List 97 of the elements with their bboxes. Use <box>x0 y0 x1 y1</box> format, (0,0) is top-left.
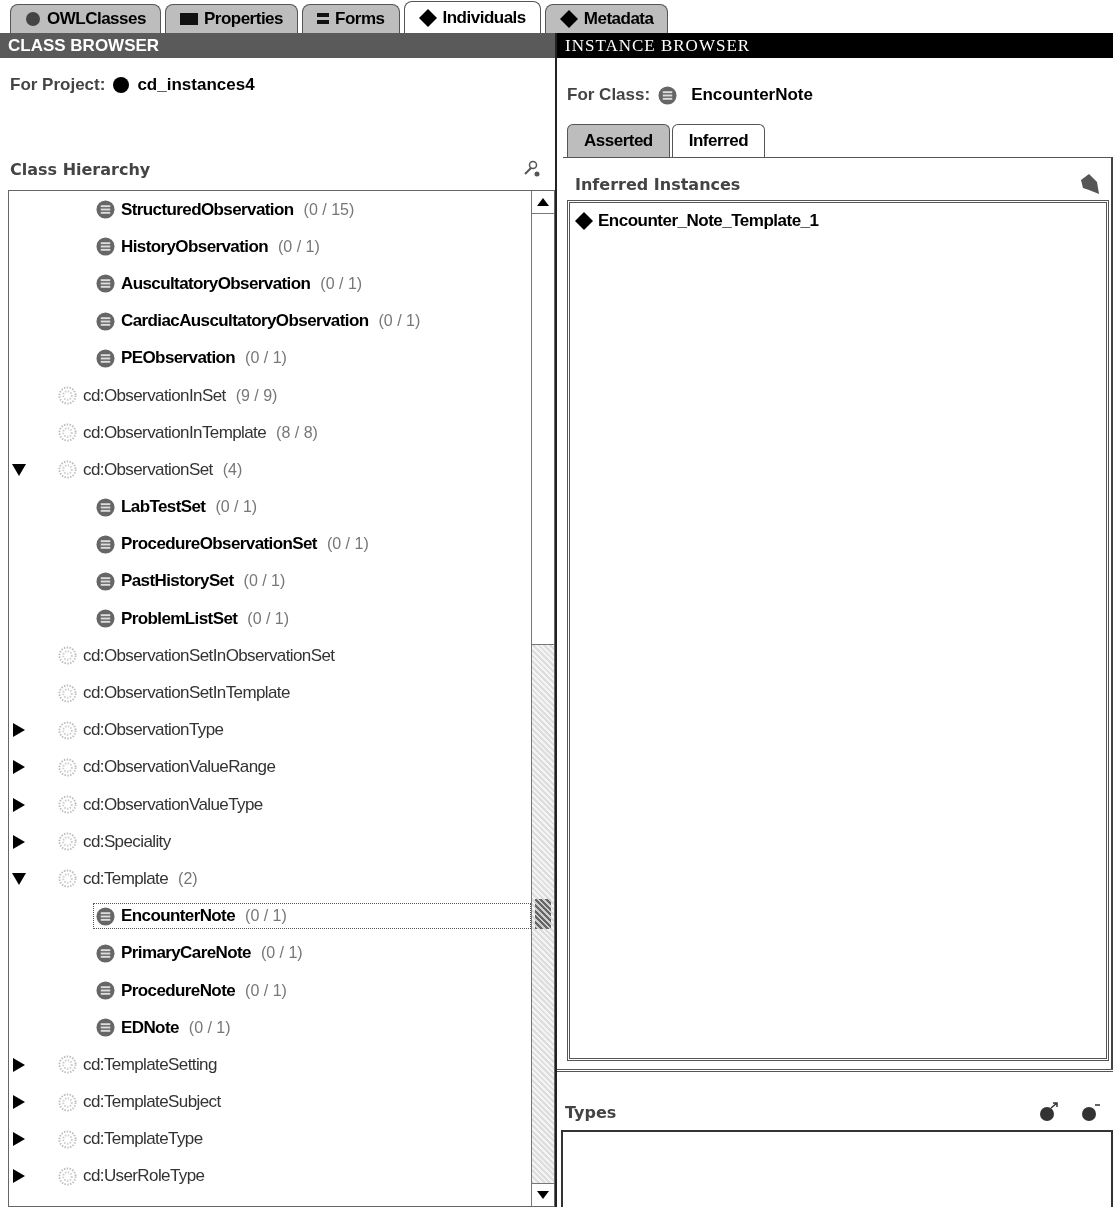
class-icon <box>58 386 77 406</box>
scroll-thumb[interactable] <box>532 644 554 1183</box>
class-icon <box>58 1129 77 1149</box>
project-label: For Project: <box>10 75 106 95</box>
class-label: For Class: <box>567 85 651 105</box>
tree-item[interactable]: cd:ObservationSet (4) <box>55 456 246 483</box>
class-icon <box>58 1055 77 1075</box>
scroll-down-icon[interactable] <box>537 1191 549 1199</box>
equals-icon <box>317 12 330 26</box>
class-icon <box>58 1092 77 1112</box>
rectangle-icon <box>179 13 198 25</box>
class-icon <box>96 237 115 257</box>
tree-item[interactable]: cd:ObservationSetInObservationSet <box>55 642 338 669</box>
tree-item[interactable]: ProcedureNote (0 / 1) <box>93 977 290 1004</box>
tree-item[interactable]: PEObservation (0 / 1) <box>93 345 290 372</box>
expanded-icon[interactable] <box>12 462 26 477</box>
class-icon <box>96 943 115 963</box>
collapsed-icon[interactable] <box>12 723 26 738</box>
tree-item[interactable]: cd:UserRoleType <box>55 1163 208 1190</box>
tree-item[interactable]: cd:TemplateSetting <box>55 1051 220 1078</box>
tab[interactable]: Inferred <box>671 124 766 157</box>
collapsed-icon[interactable] <box>12 834 26 849</box>
section-title: Class Hierarchy <box>10 159 151 179</box>
collapsed-icon[interactable] <box>12 1095 26 1110</box>
ball-arrow-icon[interactable] <box>1039 1102 1059 1122</box>
class-icon <box>658 85 678 105</box>
tree-item[interactable]: cd:ObservationValueType <box>55 791 266 818</box>
tree-item[interactable]: EncounterNote (0 / 1) <box>93 903 531 930</box>
class-icon <box>96 311 115 331</box>
project-name: cd_instances4 <box>137 75 255 95</box>
tree-item[interactable]: StructuredObservation (0 / 15) <box>93 196 358 223</box>
section-title: Types <box>565 1102 617 1122</box>
tree-item[interactable]: ProblemListSet (0 / 1) <box>93 605 293 632</box>
class-icon <box>96 981 115 1001</box>
collapsed-icon[interactable] <box>12 1132 26 1147</box>
expanded-icon[interactable] <box>12 871 26 886</box>
tree-item[interactable]: LabTestSet (0 / 1) <box>93 494 261 521</box>
tree-item[interactable]: cd:ObservationInSet (9 / 9) <box>55 382 281 409</box>
tree-item[interactable]: cd:TemplateSubject <box>55 1089 224 1116</box>
collapsed-icon[interactable] <box>12 1169 26 1184</box>
panel-title: CLASS BROWSER <box>0 33 555 58</box>
tree-item[interactable]: cd:Speciality <box>55 828 174 855</box>
class-icon <box>58 720 77 740</box>
tree-item[interactable]: cd:Template (2) <box>55 865 201 892</box>
class-icon <box>96 348 115 368</box>
instance-item[interactable]: Encounter_Note_Template_1 <box>572 209 1104 233</box>
diamond-icon <box>559 10 578 28</box>
class-icon <box>58 460 77 480</box>
class-icon <box>58 683 77 703</box>
collapsed-icon[interactable] <box>12 797 26 812</box>
class-icon <box>58 869 77 889</box>
tree-item[interactable]: PastHistorySet (0 / 1) <box>93 568 289 595</box>
section-title: Inferred Instances <box>575 174 741 194</box>
class-icon <box>96 609 115 629</box>
panel-title: INSTANCE BROWSER <box>557 33 1113 58</box>
tree-item[interactable]: cd:ObservationInTemplate (8 / 8) <box>55 419 321 446</box>
class-icon <box>96 906 115 926</box>
collapsed-icon[interactable] <box>12 760 26 775</box>
project-icon <box>113 77 130 93</box>
class-icon <box>58 757 77 777</box>
tab[interactable]: Forms <box>302 4 400 33</box>
scroll-up-icon[interactable] <box>537 198 549 206</box>
class-name: EncounterNote <box>691 85 813 105</box>
ball-minus-icon[interactable] <box>1081 1102 1101 1122</box>
tree-item[interactable]: PrimaryCareNote (0 / 1) <box>93 940 306 967</box>
scrollbar[interactable] <box>531 191 554 1206</box>
tab[interactable]: Asserted <box>567 124 670 157</box>
tree-item[interactable]: AuscultatoryObservation (0 / 1) <box>93 270 366 297</box>
tree-item[interactable]: ProcedureObservationSet (0 / 1) <box>93 531 372 558</box>
tab[interactable]: Metadata <box>544 4 669 33</box>
collapsed-icon[interactable] <box>12 1057 26 1072</box>
grip-icon <box>535 899 551 929</box>
tree-item[interactable]: HistoryObservation (0 / 1) <box>93 233 323 260</box>
circle-icon <box>25 11 41 27</box>
tree-item[interactable]: cd:ObservationValueRange <box>55 754 279 781</box>
diamond-icon <box>574 211 594 231</box>
class-icon <box>58 795 77 815</box>
class-icon <box>58 423 77 443</box>
class-icon <box>96 200 115 220</box>
class-icon <box>96 534 115 554</box>
diamond-icon <box>418 8 437 27</box>
class-icon <box>96 274 115 294</box>
tab[interactable]: Properties <box>164 4 299 33</box>
class-icon <box>58 646 77 666</box>
tree-item[interactable]: cd:ObservationType <box>55 717 227 744</box>
tab[interactable]: Individuals <box>403 1 541 33</box>
tree-item[interactable]: EDNote (0 / 1) <box>93 1014 234 1041</box>
class-icon <box>96 1018 115 1038</box>
class-icon <box>58 832 77 852</box>
tree-item[interactable]: cd:ObservationSetInTemplate <box>55 680 293 707</box>
class-icon <box>96 497 115 517</box>
tree-item[interactable]: CardiacAuscultatoryObservation (0 / 1) <box>93 308 424 335</box>
class-icon <box>96 571 115 591</box>
search-icon[interactable] <box>523 160 541 178</box>
tab[interactable]: OWLClasses <box>10 4 161 33</box>
class-icon <box>58 1166 77 1186</box>
tree-item[interactable]: cd:TemplateType <box>55 1126 206 1153</box>
